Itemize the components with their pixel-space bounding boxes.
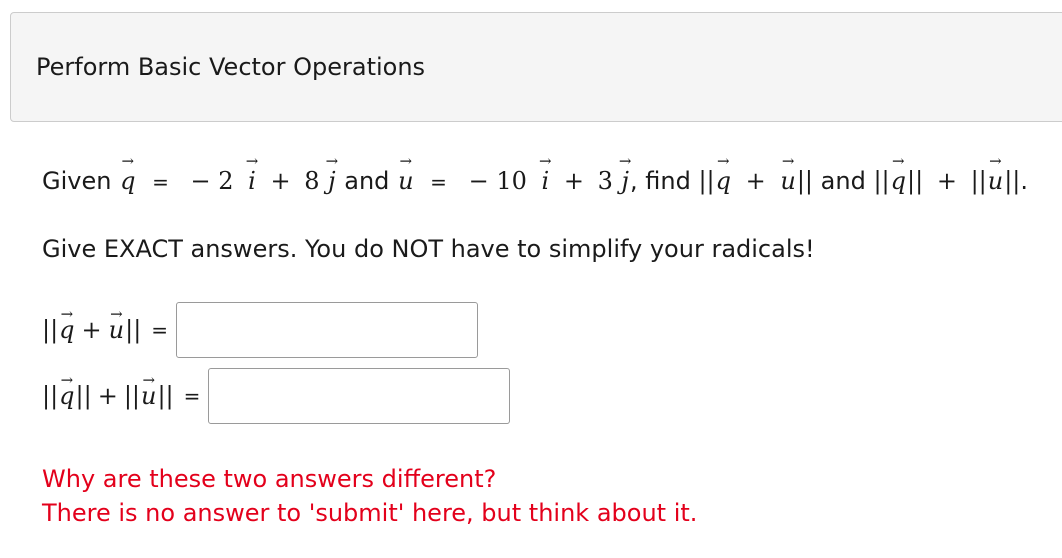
vector-u-2: u →	[780, 152, 796, 196]
answer-row-sum-norm: ||q → + u → || =	[42, 302, 479, 358]
page-title: Perform Basic Vector Operations	[36, 53, 426, 81]
plus-sign-3: +	[745, 167, 766, 195]
comma: ,	[629, 167, 638, 195]
and-word: and	[344, 167, 390, 195]
followup-line-2: There is no answer to 'submit' here, but…	[42, 499, 698, 527]
unit-vector-i-2: i →	[539, 152, 552, 196]
followup-line-1: Why are these two answers different?	[42, 465, 497, 493]
norm-open-2: ||	[873, 167, 890, 195]
plus-sign: +	[270, 167, 291, 195]
norm-close: ||	[796, 167, 814, 195]
norm-sum-expression: ||q → || + ||u → ||	[42, 371, 174, 411]
sum-norm-expression: ||q → + u → ||	[42, 305, 142, 345]
vector-q-3: q →	[890, 152, 906, 196]
u-i-coefficient: − 10	[468, 167, 527, 195]
given-word: Given	[42, 167, 112, 195]
vector-q-5: q →	[59, 371, 75, 411]
vector-q-4: q →	[59, 305, 75, 345]
equals-sign-2: =	[430, 170, 447, 194]
problem-header: Perform Basic Vector Operations	[10, 12, 1062, 122]
vector-u: u →	[398, 152, 414, 196]
find-word: find	[645, 167, 691, 195]
q-i-coefficient: − 2	[190, 167, 234, 195]
norm-open-3: ||	[970, 167, 987, 195]
q-j-coefficient: 8	[304, 167, 320, 195]
equals-sign-answer-1: =	[151, 318, 169, 342]
unit-vector-j-2: j →	[618, 152, 632, 196]
equals-sign: =	[152, 170, 169, 194]
and-word-2: and	[820, 167, 866, 195]
plus-sign-2: +	[563, 167, 584, 195]
unit-vector-j: j →	[325, 152, 339, 196]
answer-row-norm-sum: ||q → || + ||u → || =	[42, 368, 511, 424]
sum-norm-answer-input[interactable]	[176, 302, 479, 358]
unit-vector-i: i →	[245, 152, 259, 196]
vector-q-2: q →	[715, 152, 731, 196]
equals-sign-answer-2: =	[183, 384, 201, 408]
u-j-coefficient: 3	[597, 167, 613, 195]
period: .	[1020, 167, 1029, 195]
norm-open: ||	[698, 167, 715, 195]
norm-sum-answer-input[interactable]	[208, 368, 511, 424]
norm-close-3: ||	[1004, 167, 1021, 195]
vector-u-3: u →	[987, 152, 1004, 196]
problem-statement: Given q → = − 2 i → + 8 j → and u → = − 10 i…	[42, 152, 1029, 200]
followup-question: Why are these two answers different? The…	[42, 462, 697, 530]
vector-u-5: u →	[141, 371, 157, 411]
vector-q: q →	[120, 152, 136, 196]
plus-sign-4: +	[936, 167, 957, 195]
vector-u-4: u →	[108, 305, 125, 345]
instruction-text: Give EXACT answers. You do NOT have to s…	[42, 235, 815, 263]
norm-close-2: ||	[907, 167, 924, 195]
